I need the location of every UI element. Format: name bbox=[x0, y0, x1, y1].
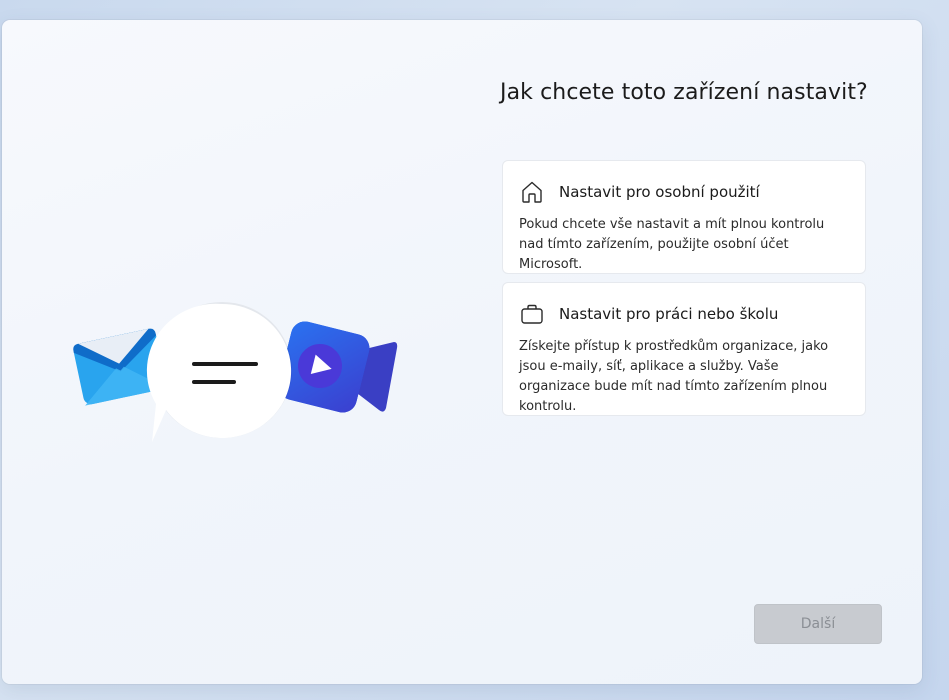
option-title: Nastavit pro osobní použití bbox=[559, 183, 760, 201]
option-header: Nastavit pro osobní použití bbox=[519, 179, 849, 205]
chat-bubble-icon bbox=[146, 302, 292, 442]
next-button[interactable]: Další bbox=[754, 604, 882, 644]
oobe-window: Jak chcete toto zařízení nastavit? Nasta… bbox=[2, 20, 922, 684]
video-camera-icon bbox=[278, 321, 398, 413]
briefcase-icon bbox=[521, 304, 543, 324]
option-personal-use[interactable]: Nastavit pro osobní použití Pokud chcete… bbox=[502, 160, 866, 274]
option-title: Nastavit pro práci nebo školu bbox=[559, 305, 779, 323]
option-description: Pokud chcete vše nastavit a mít plnou ko… bbox=[519, 217, 825, 272]
option-header: Nastavit pro práci nebo školu bbox=[519, 301, 849, 327]
illustration bbox=[73, 302, 398, 442]
page-title: Jak chcete toto zařízení nastavit? bbox=[500, 80, 868, 105]
home-icon bbox=[522, 181, 542, 203]
option-work-school[interactable]: Nastavit pro práci nebo školu Získejte p… bbox=[502, 282, 866, 416]
option-description: Získejte přístup k prostředkům organizac… bbox=[519, 339, 829, 414]
